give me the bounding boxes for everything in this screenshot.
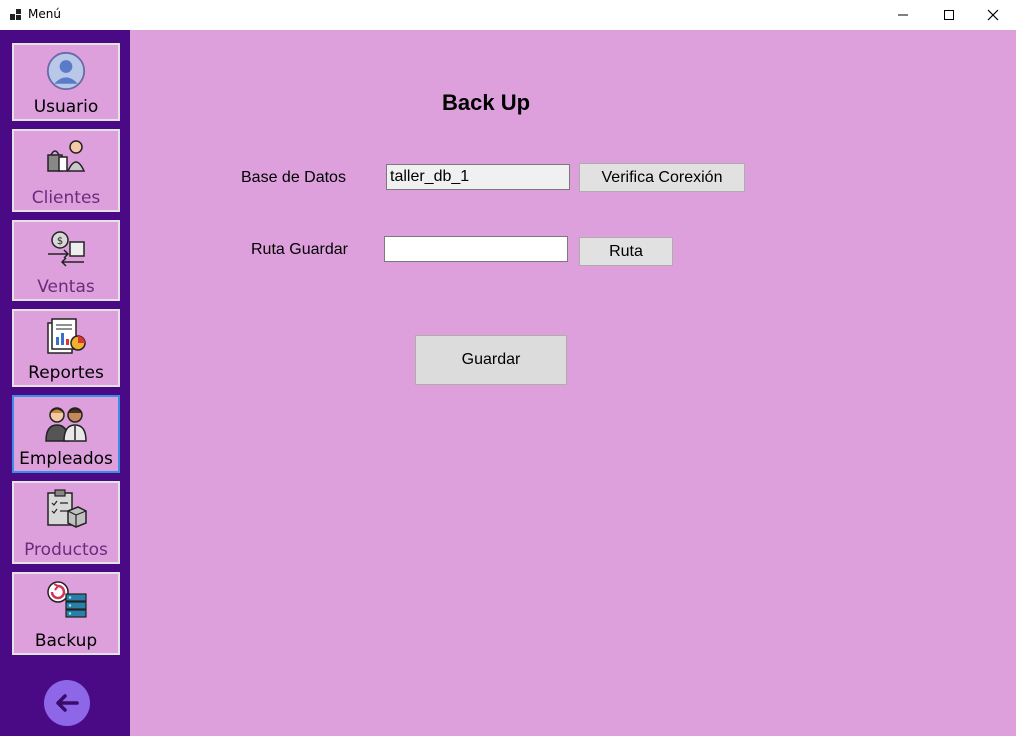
sidebar: Usuario Clientes $ Ventas Reportes Emple… xyxy=(0,30,130,736)
svg-text:$: $ xyxy=(57,236,63,247)
maximize-button[interactable] xyxy=(926,0,972,30)
database-field[interactable] xyxy=(386,164,570,190)
sidebar-item-clientes[interactable]: Clientes xyxy=(12,129,120,212)
minimize-icon xyxy=(898,14,908,16)
sidebar-item-label: Empleados xyxy=(19,449,113,469)
user-avatar-icon xyxy=(46,51,86,91)
arrow-left-icon xyxy=(56,694,79,712)
sidebar-item-usuario[interactable]: Usuario xyxy=(12,43,120,121)
backup-icon xyxy=(47,581,87,618)
sidebar-item-label: Clientes xyxy=(31,188,101,208)
sales-icon: $ xyxy=(48,231,85,267)
title-bar: Menú xyxy=(0,0,1016,30)
sidebar-item-reportes[interactable]: Reportes xyxy=(12,309,120,387)
save-button[interactable]: Guardar xyxy=(415,335,567,385)
main-panel: Back Up Base de Datos Verifica Corexión … xyxy=(130,30,1016,736)
back-button[interactable] xyxy=(44,680,90,726)
sidebar-item-label: Reportes xyxy=(28,363,104,383)
sidebar-item-empleados[interactable]: Empleados xyxy=(12,395,120,473)
save-path-field[interactable] xyxy=(384,236,568,262)
page-title: Back Up xyxy=(442,90,531,115)
sidebar-item-backup[interactable]: Backup xyxy=(12,572,120,655)
products-icon xyxy=(47,489,87,528)
sidebar-item-ventas[interactable]: $ Ventas xyxy=(12,220,120,301)
window-title: Menú xyxy=(28,7,61,21)
sidebar-item-label: Backup xyxy=(34,631,98,651)
employees-icon xyxy=(45,407,87,442)
sidebar-item-label: Ventas xyxy=(37,277,95,297)
app-icon xyxy=(10,9,21,20)
verify-connection-button[interactable]: Verifica Corexión xyxy=(579,163,745,192)
close-icon xyxy=(987,9,999,21)
minimize-button[interactable] xyxy=(880,0,926,30)
sidebar-item-label: Productos xyxy=(24,540,108,560)
reports-icon xyxy=(47,318,86,354)
clients-icon xyxy=(47,140,86,172)
close-button[interactable] xyxy=(970,0,1016,30)
maximize-icon xyxy=(944,10,954,20)
sidebar-item-productos[interactable]: Productos xyxy=(12,481,120,564)
path-button[interactable]: Ruta xyxy=(579,237,673,266)
sidebar-item-label: Usuario xyxy=(33,97,99,117)
database-label: Base de Datos xyxy=(241,169,346,186)
save-path-label: Ruta Guardar xyxy=(251,241,348,258)
